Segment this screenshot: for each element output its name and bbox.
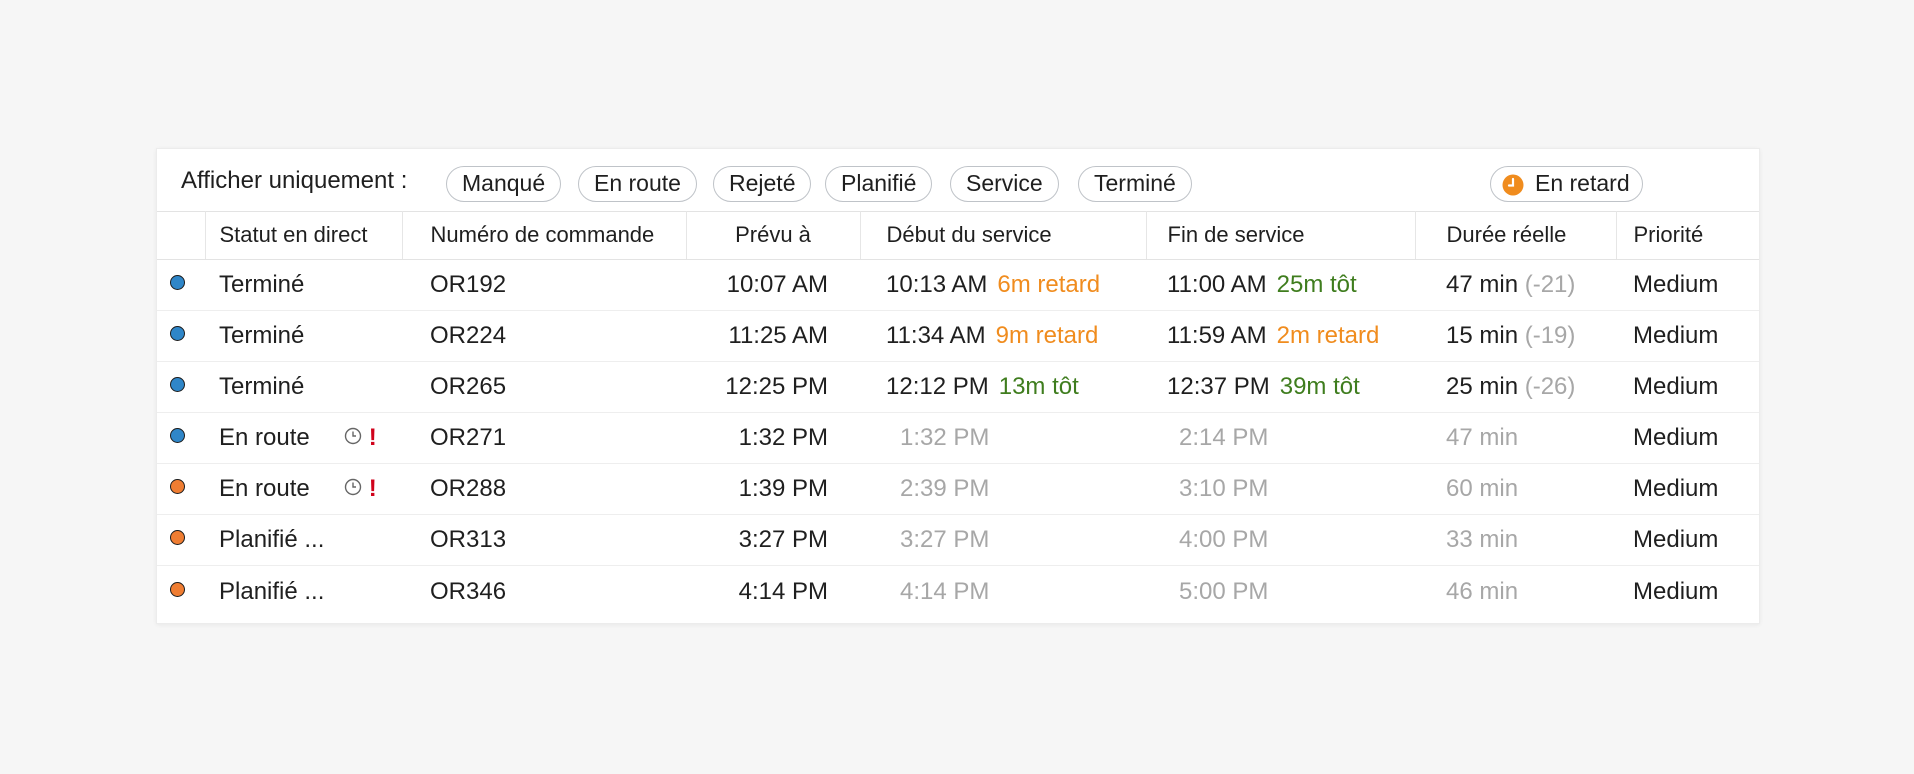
status-dot [170, 377, 185, 393]
scheduled-time: 12:25 PM [725, 373, 828, 400]
header-debut[interactable]: Début du service [860, 211, 1147, 260]
scheduled-time: 1:32 PM [738, 424, 828, 451]
order-number[interactable]: OR313 [430, 526, 506, 553]
service-end-time: 12:37 PM [1167, 373, 1270, 400]
actual-duration: 47 min [1446, 424, 1519, 451]
actual-duration: 25 min [1446, 373, 1519, 400]
priority: Medium [1633, 424, 1719, 451]
table-row[interactable]: En route! OR288 1:39 PM 2:39 PM 3:10 PM 60 mi… [157, 463, 1759, 515]
clock-icon [1502, 174, 1524, 196]
actual-duration: 60 min [1446, 475, 1519, 502]
status-dot [170, 530, 185, 546]
status-dot [170, 275, 185, 291]
filter-pill-en-route[interactable]: En route [578, 166, 697, 202]
actual-duration: 15 min [1446, 322, 1519, 349]
status-dot [170, 582, 185, 598]
service-end-delta: 39m tôt [1279, 373, 1360, 400]
header-indicator [157, 211, 206, 260]
order-number[interactable]: OR192 [430, 271, 506, 298]
service-end-time: 3:10 PM [1179, 475, 1269, 502]
service-start-time: 4:14 PM [900, 578, 990, 605]
service-start-delta: 9m retard [995, 322, 1099, 349]
priority: Medium [1633, 526, 1719, 553]
actual-duration: 46 min [1446, 578, 1519, 605]
header-duree[interactable]: Durée réelle [1415, 211, 1617, 260]
table-row[interactable]: Planifié ... OR313 3:27 PM 3:27 PM 4:00 PM 33… [157, 514, 1759, 566]
table-header-row: Statut en direct Numéro de commande Prév… [157, 211, 1759, 260]
status-dot [170, 326, 185, 342]
filter-label: Afficher uniquement : [181, 167, 408, 194]
service-end-time: 2:14 PM [1179, 424, 1269, 451]
order-number[interactable]: OR288 [430, 475, 506, 502]
table-row[interactable]: Terminé OR224 11:25 AM 11:34 AM 9m retard 11:… [157, 310, 1759, 362]
header-numero[interactable]: Numéro de commande [402, 211, 687, 260]
status-dot [170, 479, 185, 495]
scheduled-time: 1:39 PM [738, 475, 828, 502]
service-end-time: 11:59 AM [1167, 322, 1267, 349]
filter-pill-service[interactable]: Service [950, 166, 1059, 202]
priority: Medium [1633, 475, 1719, 502]
priority: Medium [1633, 578, 1719, 605]
scheduled-time: 3:27 PM [738, 526, 828, 553]
filter-pill-en-retard-label: En retard [1535, 170, 1630, 196]
filter-bar: Afficher uniquement : Manqué En route Re… [157, 149, 1759, 212]
status-text: Terminé [219, 271, 305, 298]
filter-pill-manque[interactable]: Manqué [446, 166, 562, 202]
service-start-time: 10:13 AM [886, 271, 988, 298]
priority: Medium [1633, 271, 1719, 298]
actual-duration: 47 min [1446, 271, 1519, 298]
status-text: En route [219, 423, 310, 451]
actual-duration: 33 min [1446, 526, 1519, 553]
service-end-delta: 2m retard [1276, 322, 1380, 349]
table-row[interactable]: En route! OR271 1:32 PM 1:32 PM 2:14 PM 47 mi… [157, 412, 1759, 464]
alert-icon: ! [368, 475, 377, 503]
service-start-delta: 6m retard [997, 271, 1101, 298]
status-text: Planifié ... [219, 578, 325, 605]
service-end-time: 4:00 PM [1179, 526, 1269, 553]
service-end-delta: 25m tôt [1276, 271, 1357, 298]
header-priorite[interactable]: Priorité [1616, 211, 1759, 260]
scheduled-time: 4:14 PM [738, 578, 828, 605]
duration-delta: (-21) [1524, 271, 1576, 298]
status-dot [170, 428, 185, 444]
status-text: Planifié ... [219, 526, 325, 553]
header-fin[interactable]: Fin de service [1146, 211, 1416, 260]
table-row[interactable]: Terminé OR192 10:07 AM 10:13 AM 6m retard 11:… [157, 259, 1759, 311]
header-statut[interactable]: Statut en direct [205, 211, 403, 260]
header-prevu[interactable]: Prévu à [686, 211, 861, 260]
service-start-time: 1:32 PM [900, 424, 990, 451]
table-row[interactable]: Planifié ... OR346 4:14 PM 4:14 PM 5:00 PM 46… [157, 566, 1759, 619]
clock-icon [344, 479, 361, 496]
status-text: Terminé [219, 373, 305, 400]
orders-table: Statut en direct Numéro de commande Prév… [157, 211, 1759, 618]
table-row[interactable]: Terminé OR265 12:25 PM 12:12 PM 13m tôt 12:37… [157, 361, 1759, 413]
service-end-time: 5:00 PM [1179, 578, 1269, 605]
order-number[interactable]: OR271 [430, 424, 506, 451]
service-start-time: 12:12 PM [886, 373, 989, 400]
clock-icon [344, 428, 361, 445]
service-start-time: 2:39 PM [900, 475, 990, 502]
status-text: En route [219, 474, 310, 502]
service-start-time: 3:27 PM [900, 526, 990, 553]
order-number[interactable]: OR346 [430, 578, 506, 605]
priority: Medium [1633, 373, 1719, 400]
scheduled-time: 10:07 AM [726, 271, 828, 298]
order-number[interactable]: OR265 [430, 373, 506, 400]
scheduled-time: 11:25 AM [728, 322, 828, 349]
filter-pill-rejete[interactable]: Rejeté [713, 166, 812, 202]
orders-panel: Afficher uniquement : Manqué En route Re… [156, 148, 1760, 624]
priority: Medium [1633, 322, 1719, 349]
service-end-time: 11:00 AM [1167, 271, 1267, 298]
filter-pill-planifie[interactable]: Planifié [825, 166, 933, 202]
order-number[interactable]: OR224 [430, 322, 506, 349]
service-start-delta: 13m tôt [998, 373, 1079, 400]
status-text: Terminé [219, 322, 305, 349]
alert-icon: ! [368, 424, 377, 452]
filter-pill-en-retard[interactable]: En retard [1490, 166, 1643, 202]
duration-delta: (-26) [1524, 373, 1576, 400]
duration-delta: (-19) [1524, 322, 1576, 349]
service-start-time: 11:34 AM [886, 322, 986, 349]
filter-pill-termine[interactable]: Terminé [1078, 166, 1192, 202]
